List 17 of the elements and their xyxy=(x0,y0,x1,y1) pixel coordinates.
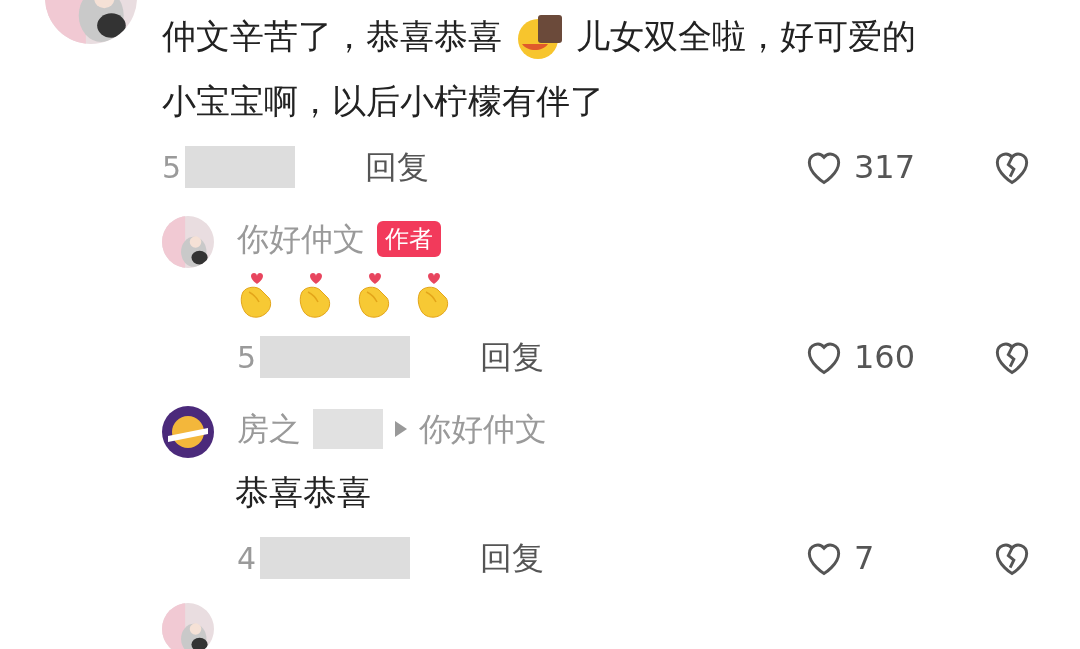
reply-button[interactable]: 回复 xyxy=(480,534,545,582)
timestamp: 5 xyxy=(237,338,257,377)
like-count: 317 xyxy=(854,147,916,188)
comment-text: 恭喜恭喜 xyxy=(235,471,371,514)
timestamp: 5 xyxy=(162,148,182,187)
reply-button[interactable]: 回复 xyxy=(365,143,430,191)
comment-text: 小宝宝啊，以后小柠檬有伴了 xyxy=(162,80,604,123)
like-count: 160 xyxy=(854,337,916,378)
avatar[interactable] xyxy=(162,406,214,458)
comment-text: 儿女双全啦，好可爱的 xyxy=(576,15,916,58)
redacted-block xyxy=(313,409,383,449)
comment-text: 仲文辛苦了，恭喜恭喜 xyxy=(162,15,502,58)
timestamp: 4 xyxy=(237,539,257,578)
reply-arrow-icon xyxy=(395,421,407,437)
author-badge: 作者 xyxy=(377,221,441,257)
like-count: 7 xyxy=(854,538,875,579)
reply-button[interactable]: 回复 xyxy=(480,333,545,381)
